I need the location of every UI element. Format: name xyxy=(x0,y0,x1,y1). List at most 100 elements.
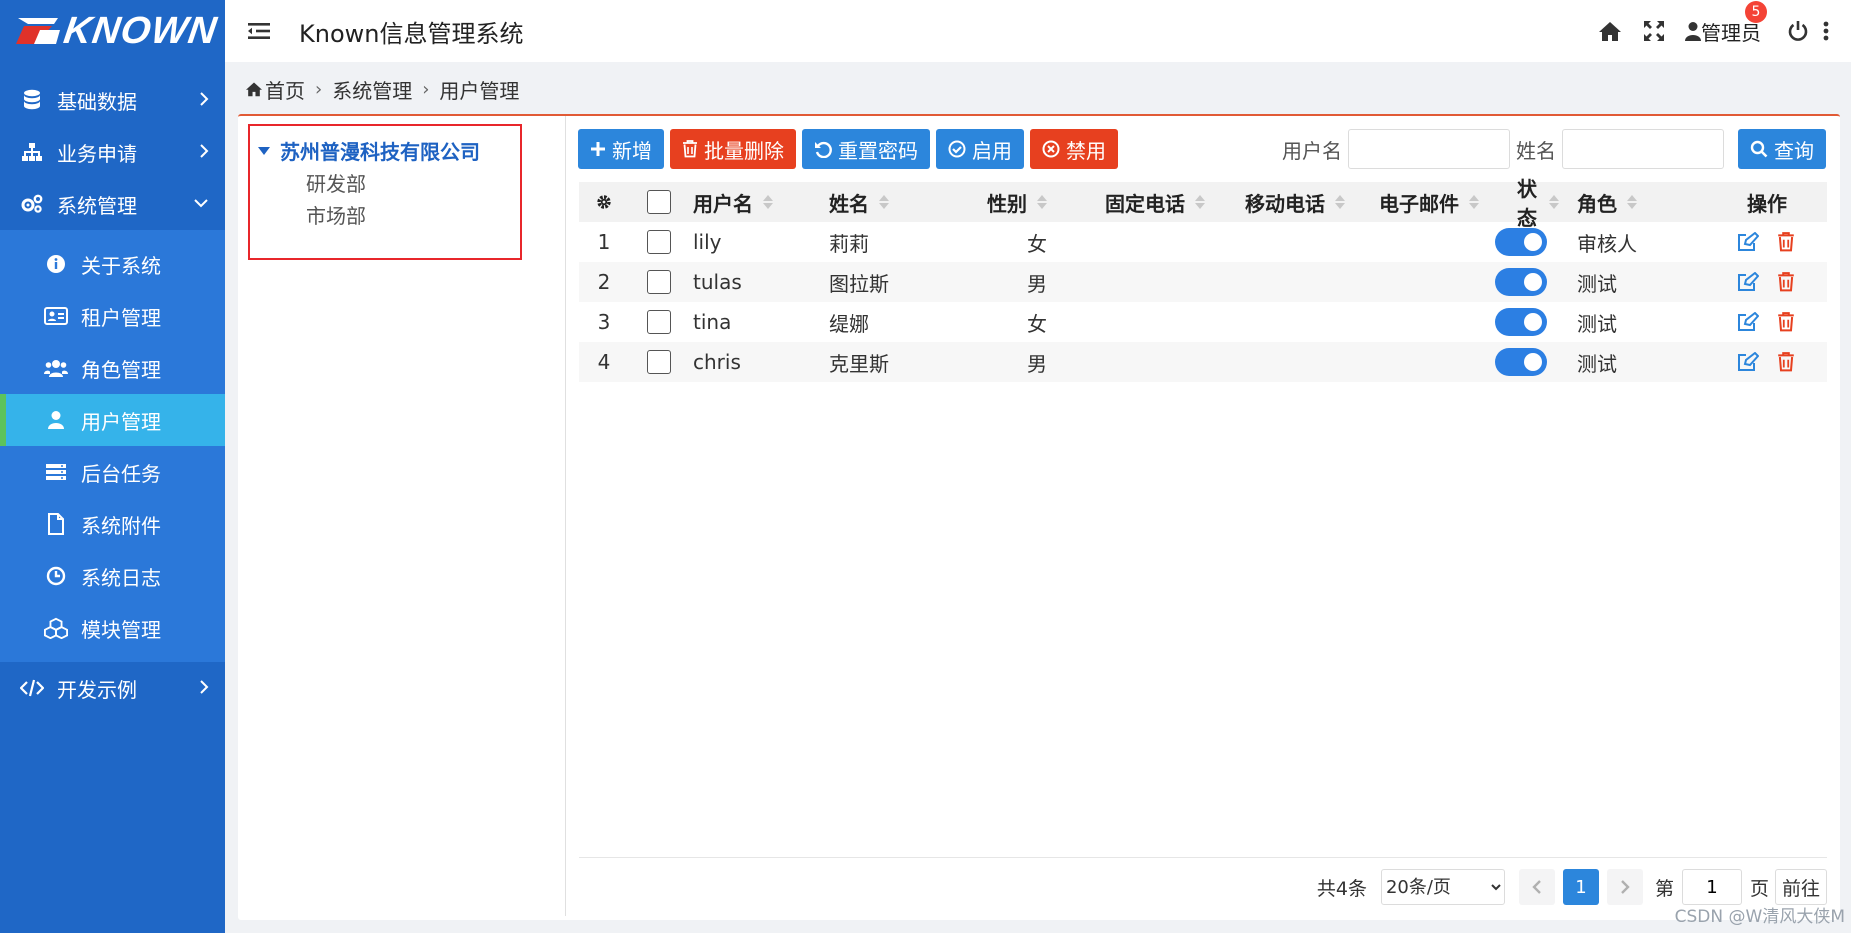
delete-icon[interactable] xyxy=(1774,350,1798,374)
edit-icon[interactable] xyxy=(1736,230,1760,254)
cell-username: tina xyxy=(693,310,732,334)
cell-mobile xyxy=(1215,302,1347,342)
content-panel: 苏州普漫科技有限公司 研发部 市场部 新增 批量删除 重置密码 启用 禁用 用户… xyxy=(238,114,1840,920)
cell-name: 图拉斯 xyxy=(829,271,889,296)
cell-role: 测试 xyxy=(1577,311,1617,336)
status-toggle[interactable] xyxy=(1495,348,1547,376)
col-operations: 操作 xyxy=(1707,182,1827,222)
nav-system-logs[interactable]: 系统日志 xyxy=(0,550,225,602)
col-phone[interactable]: 固定电话 xyxy=(1075,182,1215,222)
page-number-button[interactable]: 1 xyxy=(1562,869,1599,905)
enable-button[interactable]: 启用 xyxy=(936,129,1024,169)
status-toggle[interactable] xyxy=(1495,308,1547,336)
col-name[interactable]: 姓名 xyxy=(825,182,973,222)
reset-password-label: 重置密码 xyxy=(838,138,918,163)
logo: KNOWN xyxy=(0,0,225,62)
status-toggle[interactable] xyxy=(1495,268,1547,296)
sort-icon xyxy=(1469,195,1479,209)
tree-node-rnd[interactable]: 研发部 xyxy=(306,168,366,197)
nav-system-attachments[interactable]: 系统附件 xyxy=(0,498,225,550)
select-all-checkbox[interactable] xyxy=(647,190,671,214)
delete-icon[interactable] xyxy=(1774,230,1798,254)
nav-dev-examples[interactable]: 开发示例 xyxy=(0,662,225,714)
edit-icon[interactable] xyxy=(1736,350,1760,374)
col-gender[interactable]: 性别 xyxy=(973,182,1075,222)
column-settings-icon[interactable] xyxy=(579,182,629,222)
nav-about-system[interactable]: 关于系统 xyxy=(0,238,225,290)
caret-down-icon[interactable] xyxy=(258,146,270,155)
delete-icon[interactable] xyxy=(1774,310,1798,334)
tree-node-label: 苏州普漫科技有限公司 xyxy=(280,140,480,164)
power-icon[interactable] xyxy=(1783,16,1813,46)
cell-gender: 男 xyxy=(1027,271,1047,296)
sort-icon xyxy=(1627,195,1637,209)
goto-page-button[interactable]: 前往 xyxy=(1774,869,1827,905)
user-menu[interactable]: 管理员 5 xyxy=(1685,0,1767,46)
nav-role-management[interactable]: 角色管理 xyxy=(0,342,225,394)
more-vertical-icon[interactable] xyxy=(1819,16,1833,46)
col-role[interactable]: 角色 xyxy=(1559,182,1707,222)
cell-status xyxy=(1483,342,1559,382)
row-checkbox[interactable] xyxy=(647,230,671,254)
row-checkbox[interactable] xyxy=(647,310,671,334)
row-checkbox[interactable] xyxy=(647,270,671,294)
tree-node-market[interactable]: 市场部 xyxy=(306,200,366,229)
enable-label: 启用 xyxy=(972,138,1012,163)
query-button[interactable]: 查询 xyxy=(1738,129,1826,169)
home-icon[interactable] xyxy=(1595,16,1625,46)
cell-mobile xyxy=(1215,342,1347,382)
col-mobile[interactable]: 移动电话 xyxy=(1215,182,1347,222)
cell-operations xyxy=(1707,262,1827,302)
nav-background-tasks[interactable]: 后台任务 xyxy=(0,446,225,498)
tree-node-company[interactable]: 苏州普漫科技有限公司 xyxy=(258,136,480,165)
cell-phone xyxy=(1075,342,1215,382)
cell-operations xyxy=(1707,302,1827,342)
nav-label: 系统管理 xyxy=(57,193,137,218)
cell-email xyxy=(1347,302,1483,342)
table-row[interactable]: 2 tulas 图拉斯 男 测试 xyxy=(579,262,1827,302)
name-search-input[interactable] xyxy=(1562,129,1724,169)
add-button[interactable]: 新增 xyxy=(578,129,664,169)
status-toggle[interactable] xyxy=(1495,228,1547,256)
edit-icon[interactable] xyxy=(1736,270,1760,294)
breadcrumb: 首页 › 系统管理 › 用户管理 xyxy=(245,74,519,104)
user-icon xyxy=(1685,21,1701,41)
nav-business-apply[interactable]: 业务申请 xyxy=(0,126,225,178)
reset-password-button[interactable]: 重置密码 xyxy=(802,129,930,169)
col-username[interactable]: 用户名 xyxy=(689,182,825,222)
nav-basic-data[interactable]: 基础数据 xyxy=(0,74,225,126)
table-row[interactable]: 3 tina 缇娜 女 测试 xyxy=(579,302,1827,342)
app-title: Known信息管理系统 xyxy=(299,19,524,48)
col-status[interactable]: 状态 xyxy=(1483,177,1559,230)
cell-role: 测试 xyxy=(1577,351,1617,376)
table-row[interactable]: 4 chris 克里斯 男 测试 xyxy=(579,342,1827,382)
prev-page-button[interactable] xyxy=(1518,869,1555,905)
col-label: 移动电话 xyxy=(1245,191,1325,216)
user-icon xyxy=(44,408,68,432)
col-email[interactable]: 电子邮件 xyxy=(1347,182,1483,222)
table-row[interactable]: 1 lily 莉莉 女 审核人 xyxy=(579,222,1827,262)
row-index: 1 xyxy=(597,230,611,254)
row-checkbox[interactable] xyxy=(647,350,671,374)
next-page-button[interactable] xyxy=(1606,869,1643,905)
nav-module-management[interactable]: 模块管理 xyxy=(0,602,225,654)
nav-user-management[interactable]: 用户管理 xyxy=(0,394,225,446)
breadcrumb-system[interactable]: 系统管理 xyxy=(332,75,412,104)
username-search-input[interactable] xyxy=(1348,129,1510,169)
trash-icon xyxy=(682,140,698,158)
row-select-cell xyxy=(629,262,689,302)
menu-toggle-icon[interactable] xyxy=(245,17,273,45)
batch-delete-button[interactable]: 批量删除 xyxy=(670,129,796,169)
fullscreen-icon[interactable] xyxy=(1639,16,1669,46)
edit-icon[interactable] xyxy=(1736,310,1760,334)
breadcrumb-home[interactable]: 首页 xyxy=(265,75,305,104)
cell-mobile xyxy=(1215,262,1347,302)
sitemap-icon xyxy=(20,140,44,164)
delete-icon[interactable] xyxy=(1774,270,1798,294)
goto-page-input[interactable] xyxy=(1681,869,1742,905)
nav-tenant-management[interactable]: 租户管理 xyxy=(0,290,225,342)
page-size-select[interactable]: 20条/页 xyxy=(1380,869,1505,905)
cell-status xyxy=(1483,302,1559,342)
nav-system-management[interactable]: 系统管理 xyxy=(0,178,225,230)
disable-button[interactable]: 禁用 xyxy=(1030,129,1118,169)
